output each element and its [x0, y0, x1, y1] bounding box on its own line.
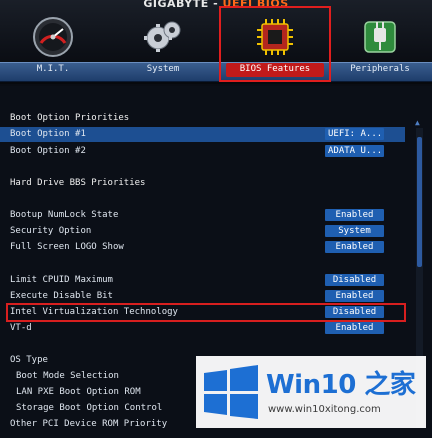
setting-value-numlock[interactable]: Enabled — [325, 209, 384, 221]
setting-label: OS Type — [10, 355, 48, 365]
setting-security-option[interactable]: Security Option System — [0, 224, 405, 239]
brand-title: GIGABYTE - UEFI BIOS — [0, 0, 432, 10]
setting-label: Limit CPUID Maximum — [10, 275, 113, 285]
setting-label: VT-d — [10, 323, 32, 333]
setting-value-boot-option-2[interactable]: ADATA U... — [325, 145, 384, 157]
setting-label: Hard Drive BBS Priorities — [10, 178, 146, 188]
section-hard-drive-bbs-priorities[interactable]: Hard Drive BBS Priorities — [0, 176, 405, 191]
setting-label: LAN PXE Boot Option ROM — [16, 387, 141, 397]
setting-value-security[interactable]: System — [325, 225, 384, 237]
setting-label: Boot Mode Selection — [16, 371, 119, 381]
gears-icon — [142, 16, 184, 62]
active-tab-annotation-frame — [219, 6, 331, 82]
setting-vt-d[interactable]: VT-d Enabled — [0, 321, 405, 336]
tab-label: Peripherals — [350, 64, 410, 74]
setting-value-logo[interactable]: Enabled — [325, 241, 384, 253]
setting-label: Other PCI Device ROM Priority — [10, 419, 168, 429]
virtualization-annotation-frame — [6, 303, 406, 322]
section-boot-option-priorities: Boot Option Priorities — [0, 111, 405, 126]
watermark-url: www.win10xitong.com — [268, 404, 381, 415]
plug-icon — [359, 16, 401, 62]
top-bar: GIGABYTE - UEFI BIOS M.I.T. System BIOS … — [0, 0, 432, 84]
setting-label: Execute Disable Bit — [10, 291, 113, 301]
brand-gigabyte: GIGABYTE — [143, 0, 209, 10]
windows-logo-icon — [202, 364, 260, 424]
setting-label: Full Screen LOGO Show — [10, 242, 124, 252]
setting-boot-option-1[interactable]: Boot Option #1 UEFI: A... — [0, 127, 405, 142]
tab-system[interactable]: System — [110, 16, 216, 78]
setting-label: Security Option — [10, 226, 92, 236]
tab-label: M.I.T. — [36, 64, 70, 74]
setting-execute-disable-bit[interactable]: Execute Disable Bit Enabled — [0, 289, 405, 304]
tab-peripherals[interactable]: Peripherals — [330, 16, 430, 78]
setting-label: Boot Option #1 — [10, 129, 86, 139]
speedometer-icon — [32, 16, 74, 62]
setting-value-vt-d[interactable]: Enabled — [325, 322, 384, 334]
setting-label: Storage Boot Option Control — [16, 403, 163, 413]
setting-limit-cpuid-maximum[interactable]: Limit CPUID Maximum Disabled — [0, 273, 405, 288]
setting-full-screen-logo-show[interactable]: Full Screen LOGO Show Enabled — [0, 240, 405, 255]
watermark: Win10 之家 www.win10xitong.com — [196, 356, 426, 428]
setting-value-xd-bit[interactable]: Enabled — [325, 290, 384, 302]
setting-label: Boot Option #2 — [10, 146, 86, 156]
setting-boot-option-2[interactable]: Boot Option #2 ADATA U... — [0, 144, 405, 159]
watermark-title: Win10 之家 — [266, 370, 416, 400]
scrollbar-thumb[interactable] — [417, 137, 422, 267]
setting-label: Boot Option Priorities — [10, 113, 130, 123]
setting-value-cpuid[interactable]: Disabled — [325, 274, 384, 286]
tab-mit[interactable]: M.I.T. — [0, 16, 106, 78]
scroll-up-arrow-icon[interactable]: ▲ — [415, 118, 420, 127]
setting-bootup-numlock-state[interactable]: Bootup NumLock State Enabled — [0, 208, 405, 223]
tab-label: System — [146, 64, 180, 74]
setting-label: Bootup NumLock State — [10, 210, 119, 220]
setting-value-boot-option-1[interactable]: UEFI: A... — [325, 128, 384, 140]
